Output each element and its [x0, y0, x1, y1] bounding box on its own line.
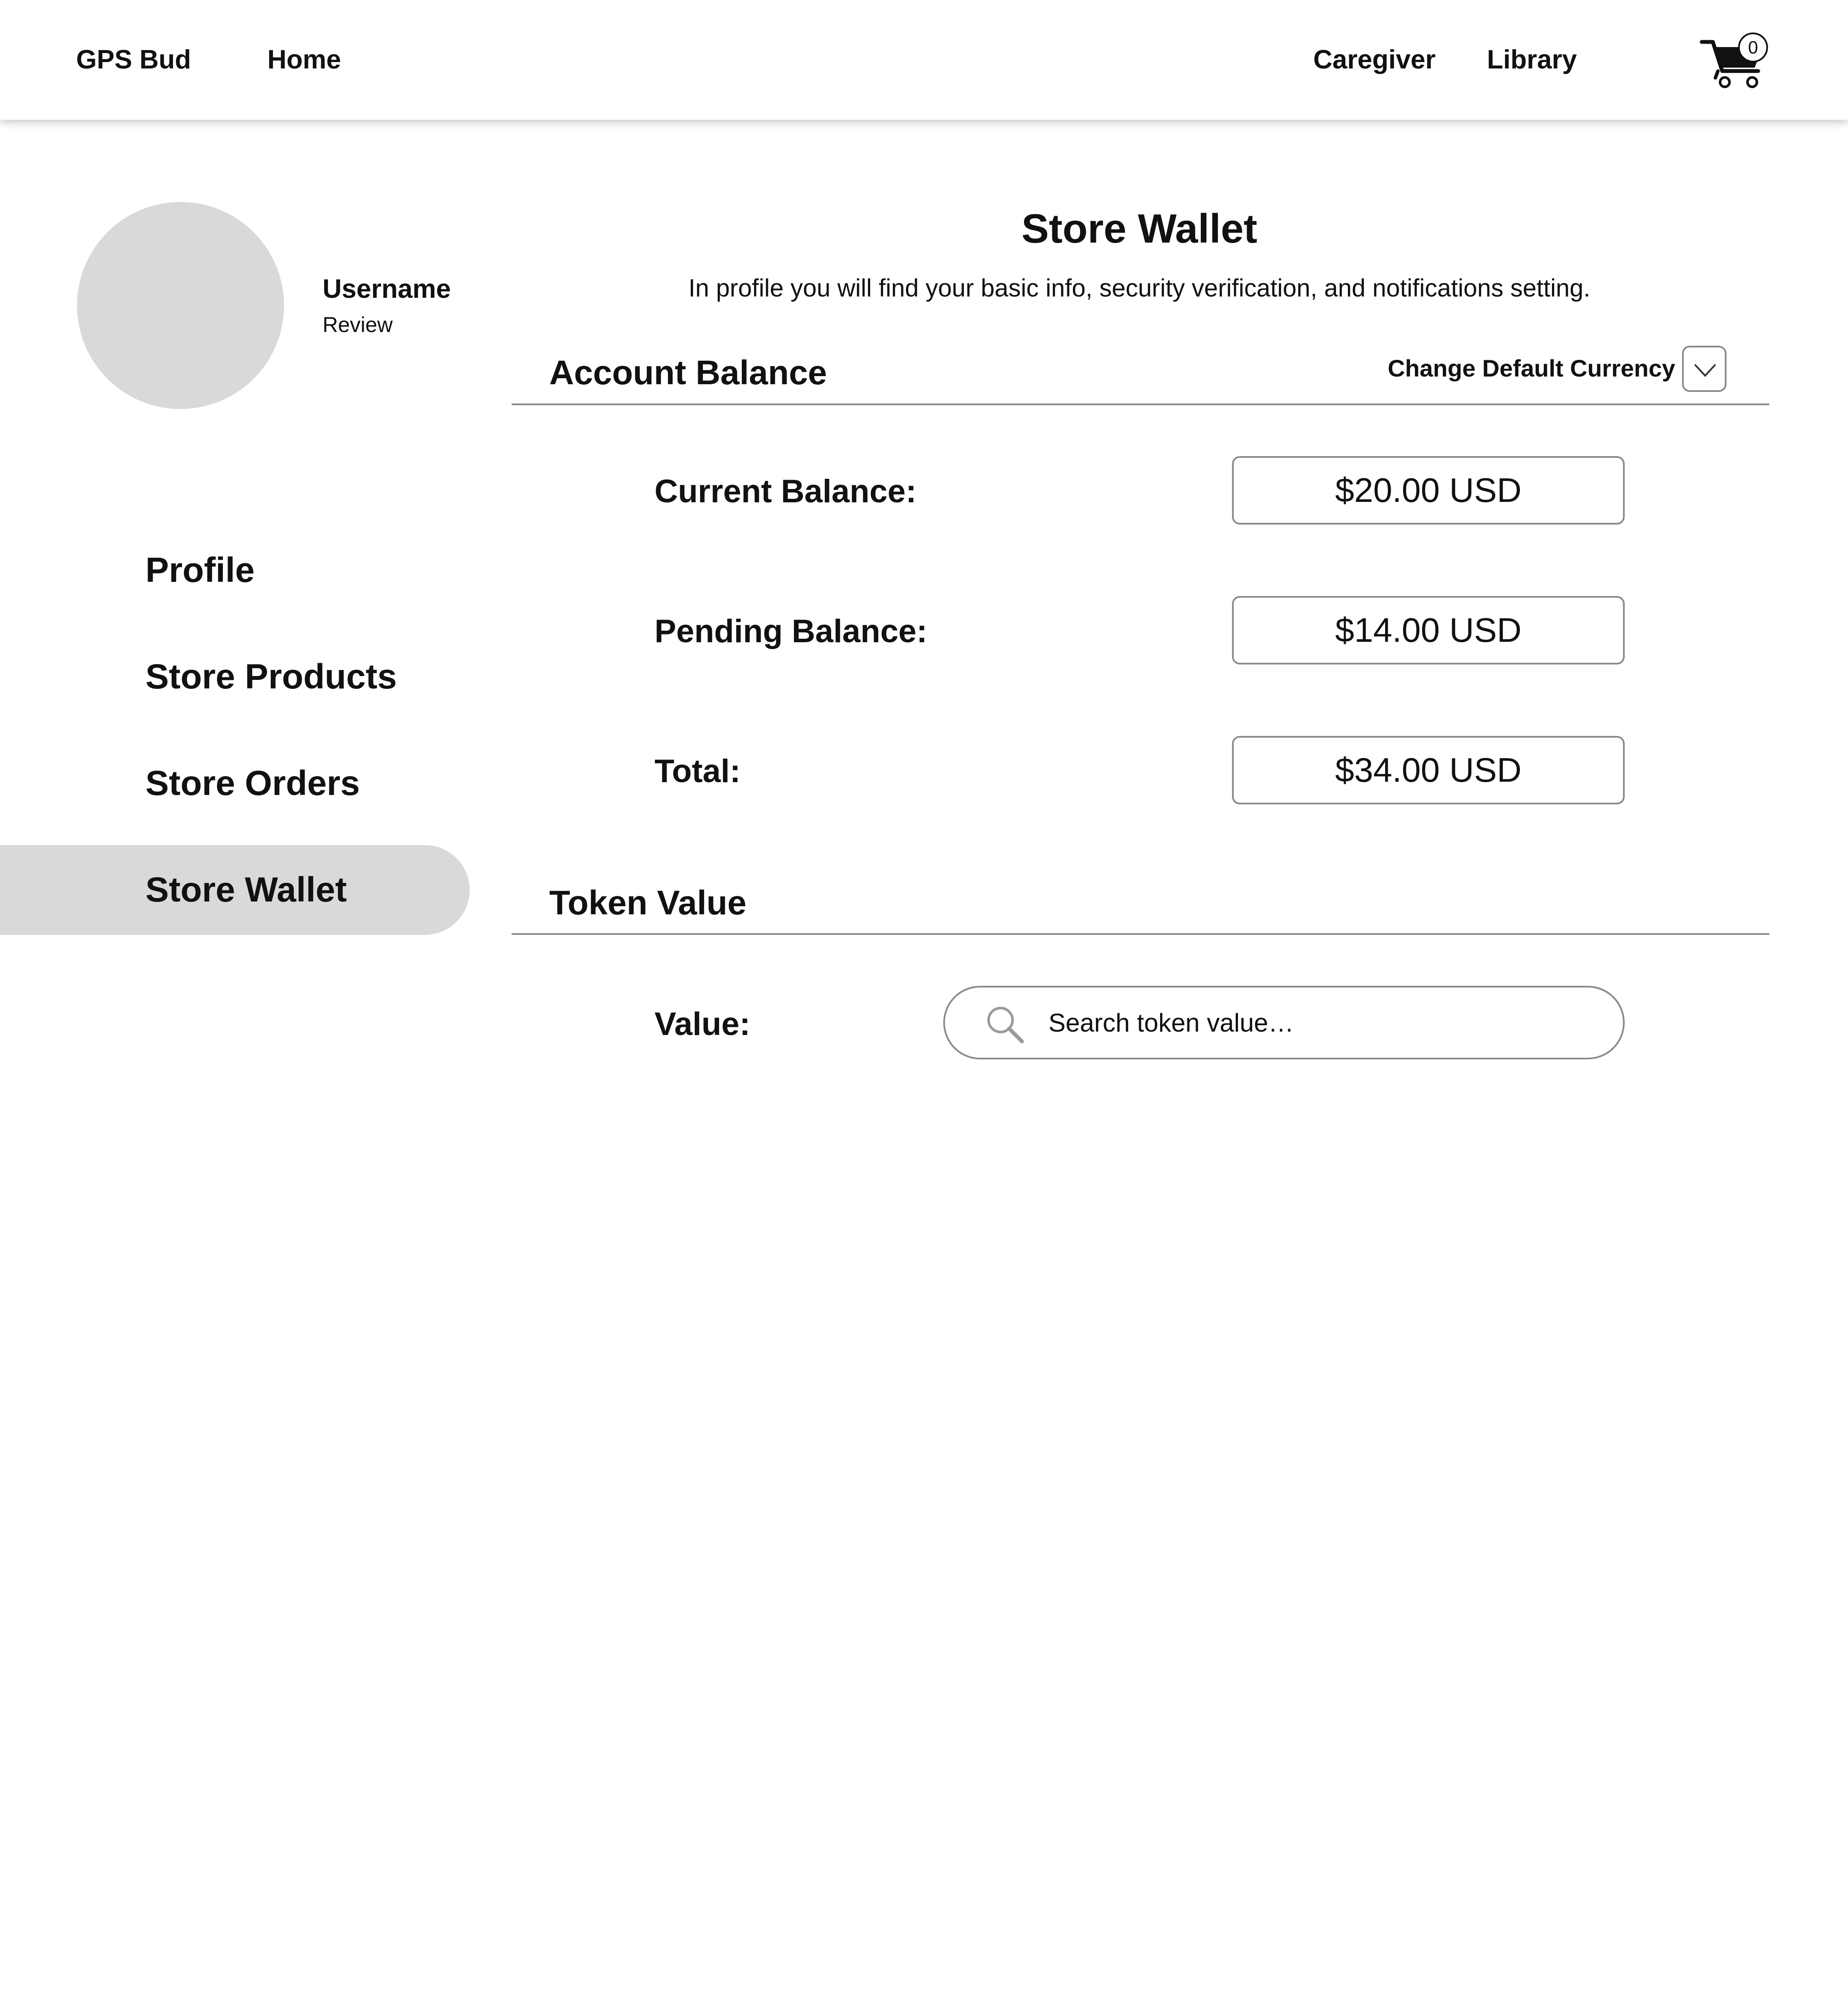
- token-value-heading: Token Value: [549, 884, 746, 922]
- token-search-input[interactable]: [1048, 1000, 1595, 1045]
- username-label: Username: [323, 274, 451, 304]
- cart-count-badge: 0: [1738, 33, 1768, 62]
- user-review-label: Review: [323, 313, 393, 337]
- section-divider: [512, 933, 1769, 935]
- account-balance-heading: Account Balance: [549, 353, 827, 391]
- sidebar-item-store-wallet[interactable]: Store Wallet: [0, 845, 470, 935]
- token-value-label: Value:: [654, 1006, 750, 1042]
- nav-home-link[interactable]: Home: [267, 45, 341, 75]
- avatar: [77, 202, 284, 409]
- search-icon: [987, 1007, 1024, 1044]
- chevron-down-icon: [1694, 364, 1716, 377]
- current-balance-label: Current Balance:: [654, 473, 917, 510]
- brand-link[interactable]: GPS Bud: [76, 45, 191, 75]
- page-subtitle: In profile you will find your basic info…: [688, 274, 1590, 302]
- sidebar-item-label: Store Wallet: [145, 870, 347, 909]
- sidebar-item-label: Profile: [145, 551, 255, 590]
- total-balance-value: $34.00 USD: [1232, 736, 1625, 804]
- sidebar-item-label: Store Orders: [145, 764, 360, 803]
- change-currency-label: Change Default Currency: [1388, 355, 1676, 382]
- top-navigation-bar: GPS Bud Home Caregiver Library 0: [0, 0, 1848, 120]
- section-divider: [512, 403, 1769, 405]
- token-search-box[interactable]: [943, 986, 1625, 1059]
- page-title: Store Wallet: [1021, 206, 1258, 252]
- sidebar-item-store-orders[interactable]: Store Orders: [0, 738, 470, 828]
- sidebar-item-store-products[interactable]: Store Products: [0, 632, 470, 722]
- pending-balance-label: Pending Balance:: [654, 613, 927, 650]
- sidebar-item-profile[interactable]: Profile: [0, 525, 470, 615]
- pending-balance-value: $14.00 USD: [1232, 596, 1625, 664]
- nav-caregiver-link[interactable]: Caregiver: [1313, 45, 1436, 75]
- nav-library-link[interactable]: Library: [1487, 45, 1577, 75]
- current-balance-value: $20.00 USD: [1232, 456, 1625, 525]
- sidebar-item-label: Store Products: [145, 657, 397, 696]
- store-wallet-page: GPS Bud Home Caregiver Library 0 Usernam…: [0, 0, 1848, 1996]
- currency-dropdown-button[interactable]: [1682, 346, 1727, 392]
- total-balance-label: Total:: [654, 753, 741, 789]
